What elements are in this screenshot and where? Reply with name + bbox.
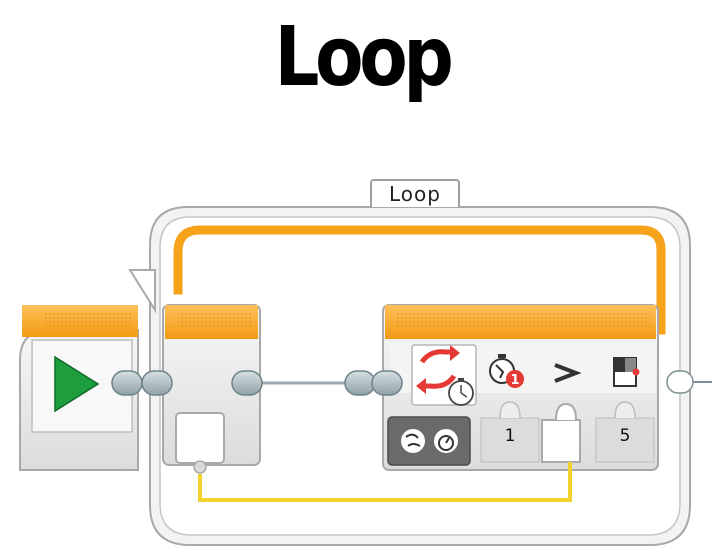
start-out-connector[interactable]: [111, 370, 143, 396]
loop-end-in-connector-right[interactable]: [371, 370, 403, 396]
loop-interrupt-plug[interactable]: [175, 412, 225, 464]
loop-out-connector[interactable]: [666, 370, 712, 394]
loop-mode-selector[interactable]: [411, 344, 477, 406]
loop-in-connector[interactable]: [141, 370, 173, 396]
loop-arrow-notch: [128, 269, 156, 314]
sensor-mode-button[interactable]: [387, 416, 471, 466]
svg-text:1: 1: [510, 373, 519, 388]
loop-start-out-connector[interactable]: [231, 370, 263, 396]
loop-diagram: 1: [19, 206, 712, 546]
threshold-value[interactable]: 5: [605, 426, 645, 446]
threshold-value-icon[interactable]: [613, 357, 640, 387]
loop-name-tab[interactable]: Loop: [370, 179, 460, 207]
loop-end-in-connector-left[interactable]: [344, 370, 376, 396]
timer-id-value[interactable]: 1: [490, 426, 530, 446]
